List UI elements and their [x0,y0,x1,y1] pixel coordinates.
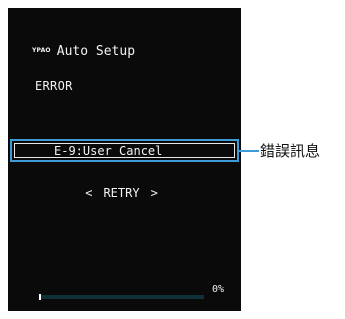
progress-percent: 0% [212,284,225,295]
screen-title: Auto Setup [56,44,136,59]
progress-fill [39,294,41,300]
ypao-logo: YPAO [32,47,51,54]
retry-selector[interactable]: < RETRY > [5,186,238,200]
callout-leader-line [239,150,259,152]
callout-label: 錯誤訊息 [260,142,321,160]
error-message-text: E-9:User Cancel [54,143,163,158]
title-row: YPAO Auto Setup [32,44,135,59]
right-arrow-icon[interactable]: > [151,186,158,200]
progress-bar [39,294,204,300]
error-message-box: E-9:User Cancel [14,143,235,158]
error-status-label: ERROR [35,79,73,93]
left-arrow-icon[interactable]: < [85,186,92,200]
display-screen: YPAO Auto Setup ERROR E-9:User Cancel < … [8,8,241,311]
retry-option[interactable]: RETRY [103,186,139,200]
error-message-highlight: E-9:User Cancel [10,139,239,162]
